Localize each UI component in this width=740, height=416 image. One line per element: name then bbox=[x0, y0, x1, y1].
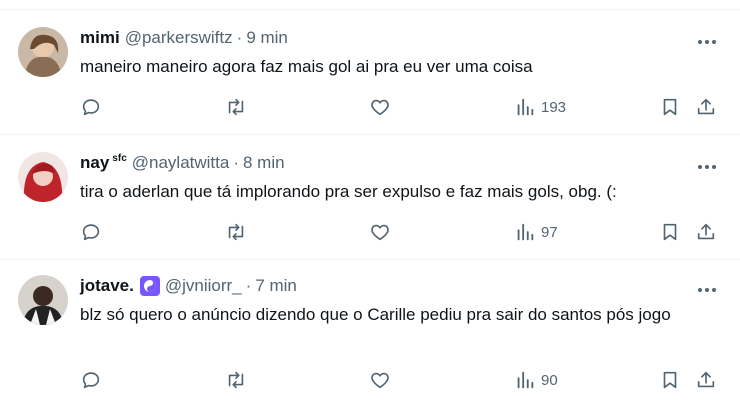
retweet-icon bbox=[228, 98, 244, 116]
name-badge: sfc bbox=[112, 152, 127, 164]
tweet-header: mimi @parkerswiftz · 9 min bbox=[80, 28, 288, 48]
view-count: 193 bbox=[541, 98, 567, 116]
separator-dot: · bbox=[245, 276, 252, 295]
bookmark-button[interactable] bbox=[659, 93, 681, 121]
retweet-icon bbox=[228, 223, 244, 241]
reply-button[interactable] bbox=[80, 93, 102, 121]
share-icon bbox=[697, 223, 715, 240]
tweet-header: jotave. @jvniiorr_ · 7 min bbox=[80, 276, 297, 296]
bookmark-button[interactable] bbox=[659, 366, 681, 394]
avatar[interactable] bbox=[18, 275, 68, 325]
retweet-button[interactable] bbox=[225, 218, 247, 246]
action-bar: 193 bbox=[0, 93, 740, 121]
like-button[interactable] bbox=[369, 218, 391, 246]
share-button[interactable] bbox=[695, 93, 717, 121]
reply-button[interactable] bbox=[80, 218, 102, 246]
action-bar: 90 bbox=[0, 366, 740, 394]
views-chart-icon bbox=[517, 98, 534, 116]
more-options-icon[interactable] bbox=[696, 279, 718, 301]
heart-icon bbox=[371, 372, 389, 389]
bookmark-button[interactable] bbox=[659, 218, 681, 246]
reply-button[interactable] bbox=[80, 366, 102, 394]
reply-icon bbox=[82, 372, 100, 389]
tweet-text: blz só quero o anúncio dizendo que o Car… bbox=[80, 305, 671, 324]
more-options-icon[interactable] bbox=[696, 31, 718, 53]
share-button[interactable] bbox=[695, 366, 717, 394]
reply-icon bbox=[82, 224, 100, 241]
bookmark-icon bbox=[663, 223, 677, 241]
share-icon bbox=[697, 371, 715, 388]
heart-icon bbox=[371, 99, 389, 116]
timestamp[interactable]: 7 min bbox=[255, 276, 297, 296]
tweet-3[interactable]: jotave. @jvniiorr_ · 7 min blz só quero … bbox=[0, 261, 740, 416]
views-button[interactable]: 90 bbox=[514, 366, 558, 394]
tweet-1[interactable]: mimi @parkerswiftz · 9 min maneiro manei… bbox=[0, 11, 740, 135]
separator-dot: · bbox=[233, 153, 239, 172]
share-icon bbox=[697, 98, 715, 115]
tweet-text: maneiro maneiro agora faz mais gol ai pr… bbox=[80, 57, 533, 76]
retweet-icon bbox=[228, 371, 244, 389]
views-button[interactable]: 193 bbox=[514, 93, 566, 121]
display-name[interactable]: nay bbox=[80, 153, 109, 173]
views-button[interactable]: 97 bbox=[514, 218, 558, 246]
user-handle[interactable]: @jvniiorr_ bbox=[165, 276, 242, 296]
display-name[interactable]: jotave. bbox=[80, 276, 134, 296]
action-bar: 97 bbox=[0, 218, 740, 246]
like-button[interactable] bbox=[369, 366, 391, 394]
views-chart-icon bbox=[517, 223, 534, 241]
timestamp[interactable]: 9 min bbox=[246, 28, 288, 48]
user-handle[interactable]: @parkerswiftz bbox=[125, 28, 233, 48]
user-handle[interactable]: @naylatwitta bbox=[132, 153, 230, 173]
tweet-header: nay sfc @naylatwitta · 8 min bbox=[80, 153, 285, 173]
avatar[interactable] bbox=[18, 27, 68, 77]
share-button[interactable] bbox=[695, 218, 717, 246]
retweet-button[interactable] bbox=[225, 93, 247, 121]
avatar[interactable] bbox=[18, 152, 68, 202]
view-count: 97 bbox=[541, 223, 558, 241]
display-name[interactable]: mimi bbox=[80, 28, 120, 48]
like-button[interactable] bbox=[369, 93, 391, 121]
more-options-icon[interactable] bbox=[696, 156, 718, 178]
reply-icon bbox=[82, 99, 100, 116]
retweet-button[interactable] bbox=[225, 366, 247, 394]
views-chart-icon bbox=[517, 371, 534, 389]
bookmark-icon bbox=[663, 371, 677, 389]
bookmark-icon bbox=[663, 98, 677, 116]
separator-dot: · bbox=[236, 28, 243, 47]
timestamp[interactable]: 8 min bbox=[243, 153, 285, 173]
top-divider bbox=[0, 0, 740, 10]
tweet-text: tira o aderlan que tá implorando pra ser… bbox=[80, 182, 617, 201]
heart-icon bbox=[371, 224, 389, 241]
yin-yang-icon bbox=[139, 276, 160, 296]
view-count: 90 bbox=[541, 371, 558, 389]
tweet-2[interactable]: nay sfc @naylatwitta · 8 min tira o ader… bbox=[0, 136, 740, 260]
